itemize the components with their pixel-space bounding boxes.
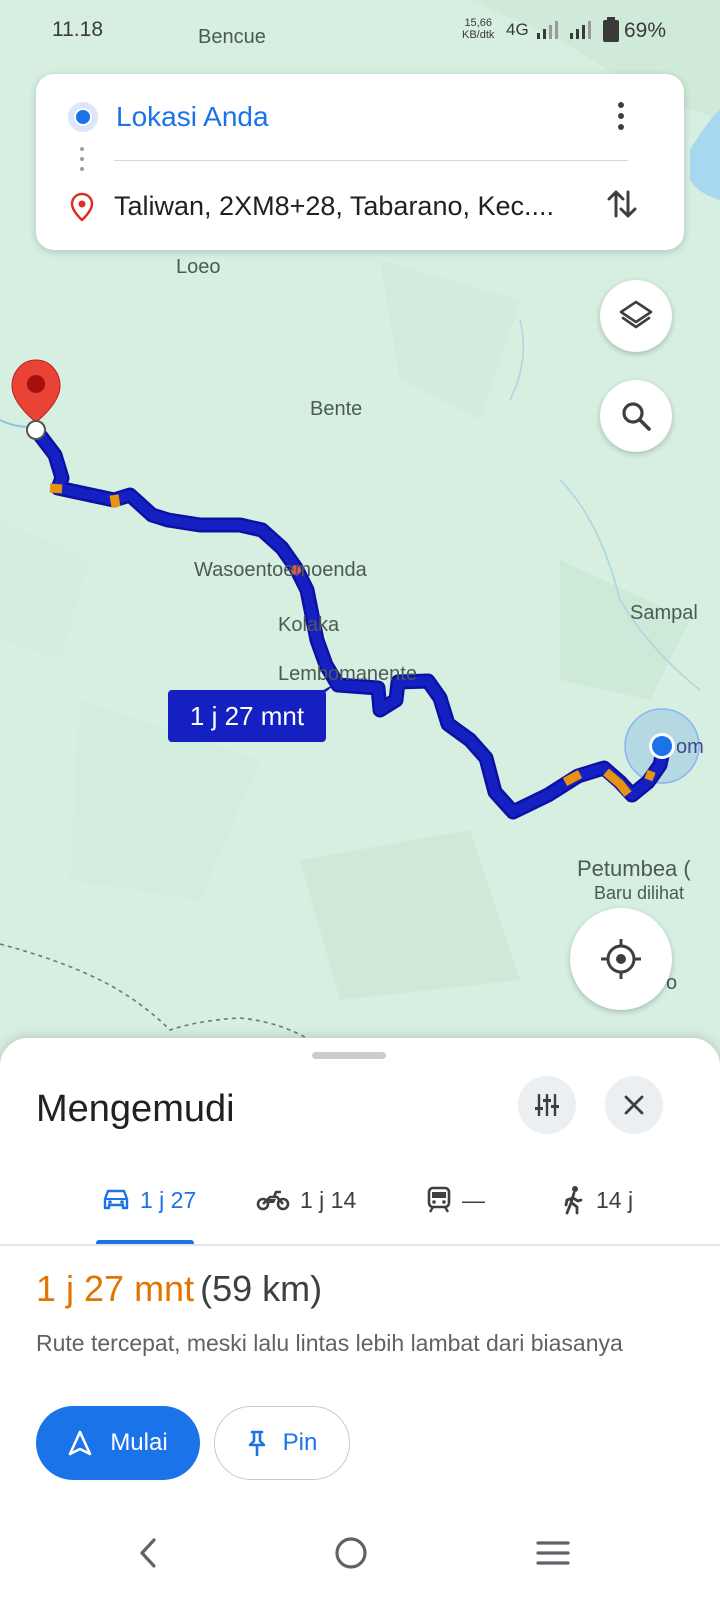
start-button-label: Mulai: [110, 1429, 168, 1456]
traffic-segment: [109, 494, 121, 508]
map-label-kolaka: Kolaka: [278, 614, 340, 636]
navigation-icon: [69, 1430, 92, 1456]
tab-walking-label: 14 j: [596, 1186, 634, 1213]
close-button[interactable]: [605, 1076, 663, 1134]
close-icon: [624, 1095, 644, 1115]
status-bar: 11.18 15,66 KB/dtk 4G 69%: [0, 0, 720, 64]
more-vert-icon: [618, 102, 624, 108]
route-description: Rute tercepat, meski lalu lintas lebih l…: [36, 1330, 623, 1356]
sheet-title: Mengemudi: [36, 1088, 235, 1130]
status-time: 11.18: [52, 18, 103, 41]
search-along-route-button[interactable]: [600, 380, 672, 452]
more-options-button[interactable]: [606, 100, 636, 136]
my-location-icon: [601, 939, 641, 979]
map-label-lembomanente: Lembomanente: [278, 663, 417, 685]
recents-button[interactable]: [528, 1528, 578, 1578]
network-speed-value: 15,66: [464, 17, 492, 29]
menu-icon: [536, 1541, 570, 1565]
directions-sheet: Mengemudi 1 j 27 1 j 14 — 14 j 1 j 27 mn…: [0, 1038, 720, 1612]
tab-motorcycle[interactable]: 1 j 14: [256, 1180, 356, 1220]
walk-icon: [564, 1186, 583, 1215]
map-label-partial: om: [676, 736, 704, 758]
tab-transit[interactable]: —: [426, 1180, 485, 1220]
motorcycle-icon: [256, 1190, 290, 1211]
current-location-dot: [652, 736, 672, 756]
tab-driving[interactable]: 1 j 27: [102, 1180, 196, 1220]
destination-field[interactable]: Taliwan, 2XM8+28, Tabarano, Kec....: [114, 191, 554, 222]
tabs-divider: [0, 1244, 720, 1246]
my-location-button[interactable]: [570, 908, 672, 1010]
origin-dot-icon: [68, 102, 98, 132]
sheet-drag-handle[interactable]: [312, 1052, 386, 1059]
map-label-recently-viewed: Baru dilihat: [594, 883, 685, 903]
map-label-bente: Bente: [310, 398, 363, 420]
traffic-segment: [644, 769, 656, 782]
search-icon: [622, 402, 651, 431]
tab-walking[interactable]: 14 j: [562, 1180, 633, 1220]
map-label-petumbea: Petumbea (: [577, 856, 691, 881]
network-speed: 15,66 KB/dtk: [462, 17, 494, 41]
tab-driving-label: 1 j 27: [140, 1186, 197, 1213]
tune-icon: [535, 1094, 559, 1116]
back-button[interactable]: [124, 1528, 174, 1578]
tab-motorcycle-label: 1 j 14: [300, 1186, 357, 1213]
route-connector: [80, 147, 84, 177]
route-options-button[interactable]: [518, 1076, 576, 1134]
back-icon: [140, 1538, 156, 1568]
origin-field[interactable]: Lokasi Anda: [116, 101, 269, 133]
start-button[interactable]: Mulai: [36, 1406, 200, 1480]
system-navigation-bar: [0, 1500, 720, 1612]
eta-bubble-pointer: [316, 682, 338, 700]
signal-icon: [570, 21, 591, 39]
layers-icon: [619, 300, 653, 329]
directions-card: Lokasi Anda Taliwan, 2XM8+28, Tabarano, …: [36, 74, 684, 250]
battery-icon: [603, 17, 619, 42]
tab-transit-label: —: [462, 1186, 485, 1213]
signal-icon: [537, 21, 558, 39]
home-button[interactable]: [326, 1528, 376, 1578]
train-icon: [427, 1186, 451, 1213]
field-divider: [114, 160, 628, 161]
map-label-sampal: Sampal: [630, 602, 698, 624]
pin-button-label: Pin: [282, 1429, 318, 1456]
layers-button[interactable]: [600, 280, 672, 352]
pin-button[interactable]: Pin: [214, 1406, 350, 1480]
route-eta-bubble[interactable]: 1 j 27 mnt: [168, 690, 326, 742]
route-distance: (59 km): [200, 1268, 323, 1309]
network-speed-unit: KB/dtk: [462, 29, 495, 41]
network-type: 4G: [506, 20, 529, 39]
route-duration: 1 j 27 mnt: [36, 1268, 195, 1309]
swap-icon[interactable]: [602, 184, 642, 224]
route-summary: 1 j 27 mnt (59 km): [36, 1268, 322, 1310]
map-label-wasoentoemoenda: Wasoentoemoenda: [194, 559, 367, 581]
battery-percent: 69%: [624, 19, 667, 42]
travel-mode-tabs: 1 j 27 1 j 14 — 14 j: [0, 1168, 720, 1246]
home-icon: [335, 1537, 367, 1569]
traffic-segment: [49, 483, 63, 494]
car-icon: [103, 1189, 129, 1210]
map-label-loeo: Loeo: [176, 256, 221, 278]
destination-pin-icon: [70, 192, 94, 222]
pin-icon: [248, 1430, 265, 1456]
